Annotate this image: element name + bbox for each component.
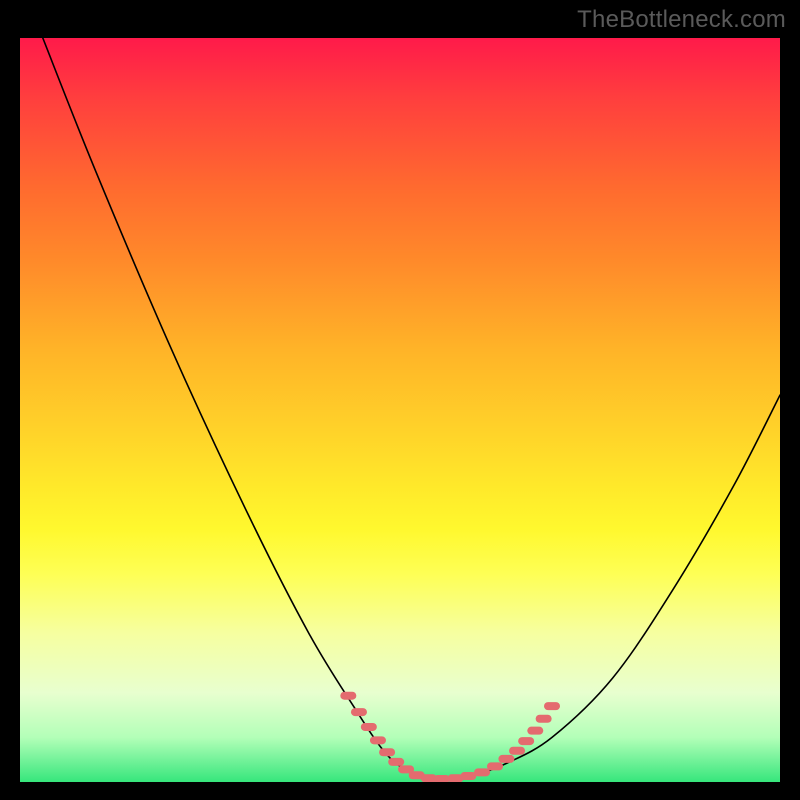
curve-marker [487,762,503,770]
curve-markers [340,692,560,782]
curve-marker [340,692,356,700]
curve-marker [509,747,525,755]
curve-marker [474,768,490,776]
curve-marker [460,772,476,780]
plot-area [20,38,780,782]
curve-marker [388,758,404,766]
curve-marker [536,715,552,723]
curve-marker [518,737,534,745]
curve-marker [379,748,395,756]
chart-container: TheBottleneck.com [0,0,800,800]
bottleneck-curve [43,38,780,779]
curve-marker [434,775,450,782]
curve-svg [20,38,780,782]
curve-marker [498,755,514,763]
curve-marker [544,702,560,710]
curve-marker [527,727,543,735]
curve-marker [370,736,386,744]
watermark-text: TheBottleneck.com [577,6,786,34]
curve-marker [351,708,367,716]
curve-marker [361,723,377,731]
